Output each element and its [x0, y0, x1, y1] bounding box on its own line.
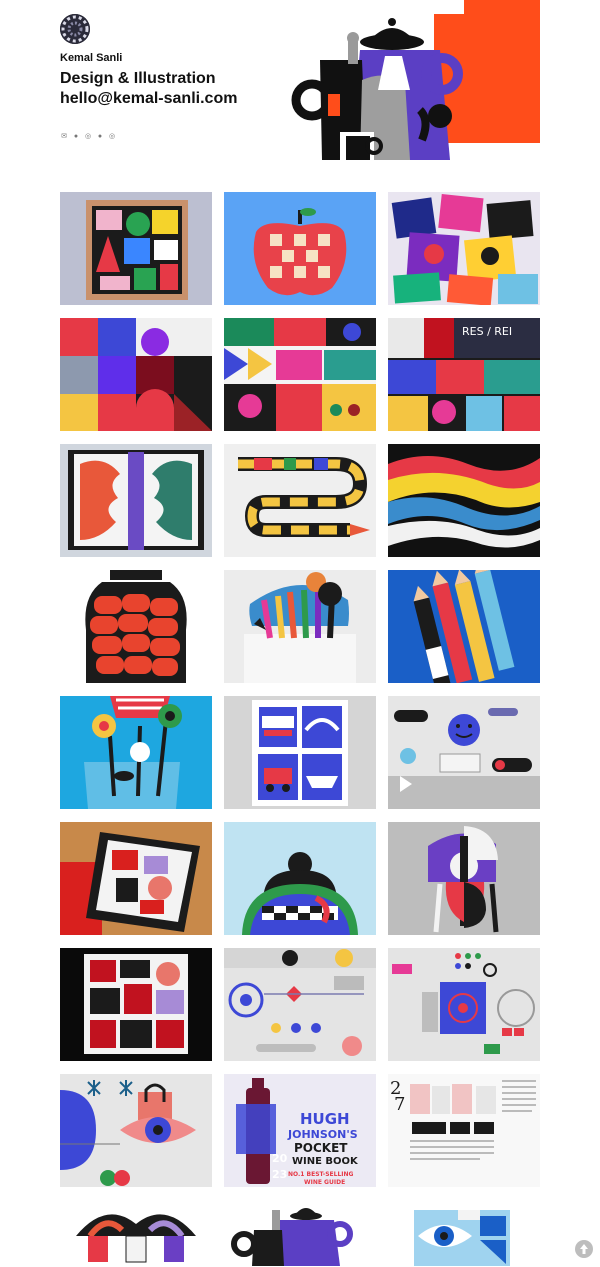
portfolio-item[interactable]: 2 7	[388, 1074, 540, 1187]
tile-image: RES / REI	[388, 318, 540, 431]
svg-text:POCKET: POCKET	[294, 1141, 348, 1155]
portfolio-item[interactable]	[60, 318, 212, 431]
tile-image	[224, 192, 376, 305]
portfolio-item[interactable]	[60, 822, 212, 935]
profile-name: Kemal Sanli	[60, 52, 123, 64]
svg-text:JOHNSON'S: JOHNSON'S	[287, 1128, 358, 1141]
portfolio-item[interactable]	[60, 192, 212, 305]
svg-text:NO.1 BEST-SELLING: NO.1 BEST-SELLING	[288, 1171, 354, 1178]
portfolio-item[interactable]	[224, 696, 376, 809]
instagram-icon[interactable]: ◎	[84, 133, 92, 141]
tile-image	[224, 1200, 376, 1266]
tile-image	[388, 192, 540, 305]
svg-text:RES / REI: RES / REI	[462, 325, 512, 338]
site-header: Kemal Sanli Design & Illustration hello@…	[0, 0, 600, 170]
avatar[interactable]	[60, 14, 90, 44]
portfolio-item[interactable]	[224, 948, 376, 1061]
portfolio-item[interactable]	[388, 444, 540, 557]
tile-image	[388, 444, 540, 557]
tile-image	[224, 444, 376, 557]
portfolio-item[interactable]	[60, 444, 212, 557]
tile-image	[388, 570, 540, 683]
tile-image	[224, 822, 376, 935]
portfolio-item[interactable]: 20 23 HUGH JOHNSON'S POCKET WINE BOOK NO…	[224, 1074, 376, 1187]
portfolio-item[interactable]	[60, 696, 212, 809]
tile-image	[60, 192, 212, 305]
portfolio-item[interactable]	[388, 696, 540, 809]
portfolio-item[interactable]	[60, 948, 212, 1061]
tile-image	[224, 570, 376, 683]
portfolio-item[interactable]	[388, 822, 540, 935]
tile-image	[60, 948, 212, 1061]
tile-image	[60, 696, 212, 809]
avatar-pattern	[60, 14, 90, 44]
tile-image: 2 7	[388, 1074, 540, 1187]
tile-image	[60, 444, 212, 557]
portfolio-item[interactable]	[388, 948, 540, 1061]
tile-image	[60, 1200, 212, 1266]
portfolio-item[interactable]	[60, 1200, 212, 1266]
portfolio-item[interactable]	[388, 192, 540, 305]
svg-text:HUGH: HUGH	[300, 1110, 350, 1128]
portfolio-item[interactable]	[60, 1074, 212, 1187]
portfolio-item[interactable]	[224, 318, 376, 431]
svg-text:23: 23	[272, 1168, 287, 1181]
behance-icon[interactable]: ●	[96, 133, 104, 141]
tile-image	[224, 696, 376, 809]
tile-image	[60, 318, 212, 431]
dribbble-icon[interactable]: ◎	[108, 133, 116, 141]
back-to-top-button[interactable]	[575, 1240, 593, 1258]
tile-image	[224, 318, 376, 431]
tile-image	[388, 822, 540, 935]
tile-image	[60, 1074, 212, 1187]
portfolio-item[interactable]	[224, 1200, 376, 1266]
tile-image	[388, 1200, 540, 1266]
tile-image	[60, 822, 212, 935]
svg-text:WINE GUIDE: WINE GUIDE	[304, 1179, 345, 1186]
tile-image	[388, 948, 540, 1061]
tile-image	[224, 948, 376, 1061]
portfolio-item[interactable]	[224, 822, 376, 935]
portfolio-item[interactable]	[388, 570, 540, 683]
portfolio-item[interactable]	[388, 1200, 540, 1266]
hero-illustration	[291, 0, 540, 162]
arrow-up-icon	[580, 1244, 588, 1254]
profile-tagline: Design & Illustration hello@kemal-sanli.…	[60, 70, 238, 107]
twitter-icon[interactable]: ●	[72, 133, 80, 141]
portfolio-item[interactable]	[224, 570, 376, 683]
social-links: ✉ ● ◎ ● ◎	[60, 133, 116, 141]
portfolio-item[interactable]	[224, 192, 376, 305]
portfolio-item[interactable]: RES / REI	[388, 318, 540, 431]
tile-image	[388, 696, 540, 809]
portfolio-item[interactable]	[224, 444, 376, 557]
tile-image	[60, 570, 212, 683]
tile-image: 20 23 HUGH JOHNSON'S POCKET WINE BOOK NO…	[224, 1074, 376, 1187]
svg-text:7: 7	[394, 1094, 405, 1115]
svg-text:WINE BOOK: WINE BOOK	[292, 1156, 359, 1167]
portfolio-item[interactable]	[60, 570, 212, 683]
svg-text:20: 20	[272, 1152, 288, 1165]
email-icon[interactable]: ✉	[60, 133, 68, 141]
